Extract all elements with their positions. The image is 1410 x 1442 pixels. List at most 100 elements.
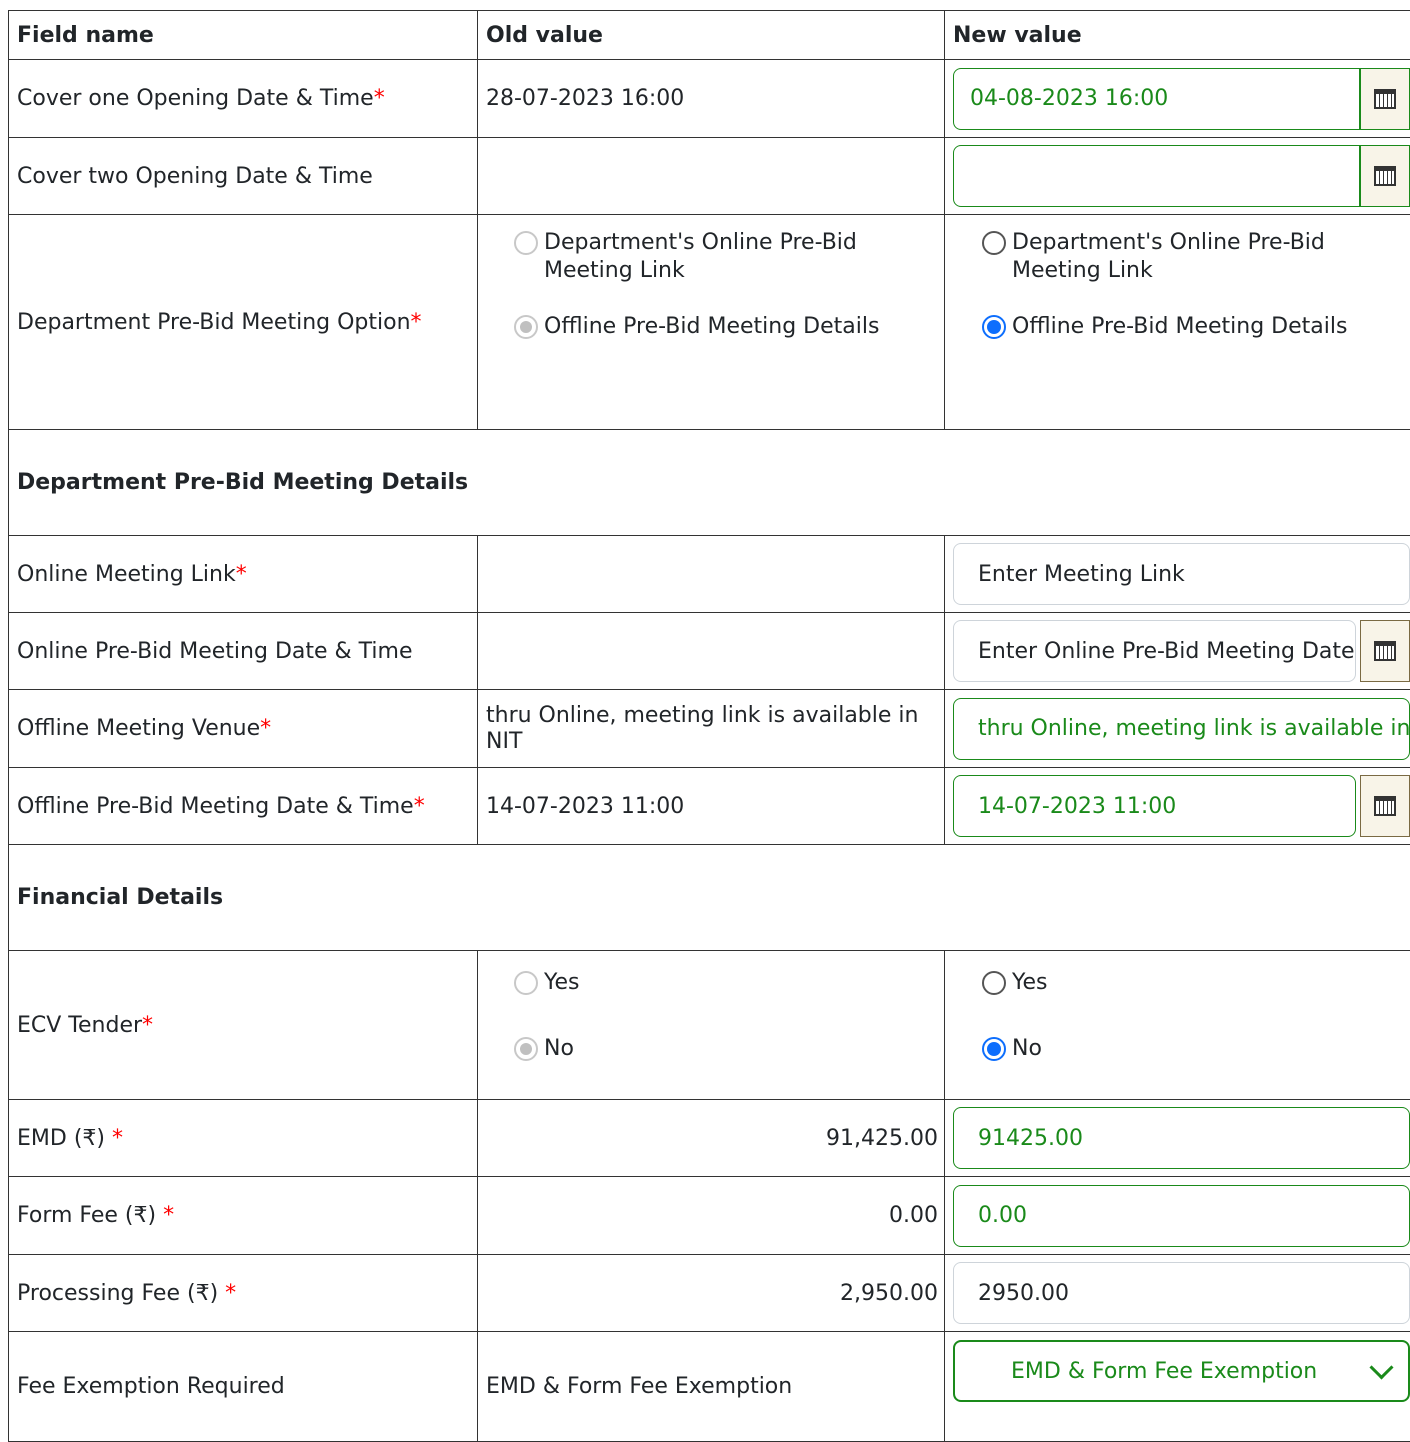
row-ecv-tender: ECV Tender* Yes No Yes No bbox=[9, 951, 1410, 1100]
row-online-link: Online Meeting Link* Enter Meeting Link bbox=[9, 536, 1410, 613]
old-value: EMD & Form Fee Exemption bbox=[478, 1332, 945, 1442]
new-value-cell: 14-07-2023 11:00 bbox=[945, 768, 1410, 845]
radio-checked-icon[interactable] bbox=[982, 315, 1006, 339]
field-label: Form Fee (₹) * bbox=[9, 1177, 478, 1255]
field-label: EMD (₹) * bbox=[9, 1100, 478, 1177]
calendar-icon bbox=[1374, 796, 1396, 816]
new-value-cell: Yes No bbox=[945, 951, 1410, 1100]
old-value: 91,425.00 bbox=[478, 1100, 945, 1177]
online-prebid-calendar-button[interactable] bbox=[1360, 620, 1410, 682]
old-radio-yes: Yes bbox=[514, 969, 936, 997]
old-value-cell: Department's Online Pre-Bid Meeting Link… bbox=[478, 215, 945, 430]
new-radio-online[interactable]: Department's Online Pre-Bid Meeting Link bbox=[982, 229, 1410, 285]
new-value-cell: Department's Online Pre-Bid Meeting Link… bbox=[945, 215, 1410, 430]
field-label: Cover one Opening Date & Time* bbox=[9, 60, 478, 138]
calendar-icon bbox=[1374, 89, 1396, 109]
field-label: Online Pre-Bid Meeting Date & Time bbox=[9, 613, 478, 690]
cover1-calendar-button[interactable] bbox=[1360, 68, 1410, 130]
radio-checked-icon bbox=[514, 315, 538, 339]
required-asterisk: * bbox=[225, 1281, 236, 1306]
online-prebid-date-input[interactable]: Enter Online Pre-Bid Meeting Date bbox=[953, 620, 1356, 682]
section-financial-details: Financial Details bbox=[9, 845, 1410, 951]
radio-unchecked-icon bbox=[514, 971, 538, 995]
field-label: Offline Pre-Bid Meeting Date & Time* bbox=[9, 768, 478, 845]
offline-venue-input[interactable]: thru Online, meeting link is available i… bbox=[953, 698, 1410, 760]
old-value: thru Online, meeting link is available i… bbox=[478, 690, 945, 768]
header-row: Field name Old value New value bbox=[9, 11, 1410, 60]
field-label: Cover two Opening Date & Time bbox=[9, 138, 478, 215]
cover2-calendar-button[interactable] bbox=[1360, 145, 1410, 207]
old-radio-no: No bbox=[514, 1035, 936, 1063]
section-title: Financial Details bbox=[9, 845, 1410, 951]
radio-checked-icon[interactable] bbox=[982, 1037, 1006, 1061]
new-value-cell: thru Online, meeting link is available i… bbox=[945, 690, 1410, 768]
new-radio-no[interactable]: No bbox=[982, 1035, 1410, 1063]
required-asterisk: * bbox=[411, 310, 422, 335]
required-asterisk: * bbox=[142, 1013, 153, 1038]
change-table: Field name Old value New value Cover one… bbox=[8, 10, 1410, 1442]
field-label: Fee Exemption Required bbox=[9, 1332, 478, 1442]
required-asterisk: * bbox=[260, 716, 271, 741]
fee-exemption-select[interactable]: EMD & Form Fee Exemption bbox=[953, 1340, 1410, 1402]
calendar-icon bbox=[1374, 641, 1396, 661]
field-label: ECV Tender* bbox=[9, 951, 478, 1100]
radio-unchecked-icon[interactable] bbox=[982, 231, 1006, 255]
row-prebid-option: Department Pre-Bid Meeting Option* Depar… bbox=[9, 215, 1410, 430]
field-label: Processing Fee (₹) * bbox=[9, 1255, 478, 1332]
row-fee-exemption: Fee Exemption Required EMD & Form Fee Ex… bbox=[9, 1332, 1410, 1442]
old-radio-online: Department's Online Pre-Bid Meeting Link bbox=[514, 229, 936, 285]
old-value: 14-07-2023 11:00 bbox=[478, 768, 945, 845]
emd-input[interactable]: 91425.00 bbox=[953, 1107, 1410, 1169]
required-asterisk: * bbox=[163, 1203, 174, 1228]
chevron-down-icon bbox=[1369, 1355, 1393, 1379]
meeting-link-input[interactable]: Enter Meeting Link bbox=[953, 543, 1410, 605]
new-value-cell: 04-08-2023 16:00 bbox=[945, 60, 1410, 138]
new-value-cell: 0.00 bbox=[945, 1177, 1410, 1255]
row-processing-fee: Processing Fee (₹) * 2,950.00 2950.00 bbox=[9, 1255, 1410, 1332]
old-value-cell: Yes No bbox=[478, 951, 945, 1100]
old-value: 0.00 bbox=[478, 1177, 945, 1255]
offline-prebid-calendar-button[interactable] bbox=[1360, 775, 1410, 837]
row-emd: EMD (₹) * 91,425.00 91425.00 bbox=[9, 1100, 1410, 1177]
new-radio-offline[interactable]: Offline Pre-Bid Meeting Details bbox=[982, 313, 1410, 341]
processing-fee-input[interactable]: 2950.00 bbox=[953, 1262, 1410, 1324]
field-label: Offline Meeting Venue* bbox=[9, 690, 478, 768]
header-old-value: Old value bbox=[478, 11, 945, 60]
new-value-cell: 2950.00 bbox=[945, 1255, 1410, 1332]
offline-prebid-date-input[interactable]: 14-07-2023 11:00 bbox=[953, 775, 1356, 837]
required-asterisk: * bbox=[236, 562, 247, 587]
new-radio-yes[interactable]: Yes bbox=[982, 969, 1410, 997]
new-value-cell: EMD & Form Fee Exemption bbox=[945, 1332, 1410, 1442]
section-title: Department Pre-Bid Meeting Details bbox=[9, 430, 1410, 536]
old-value bbox=[478, 613, 945, 690]
form-fee-input[interactable]: 0.00 bbox=[953, 1185, 1410, 1247]
row-offline-venue: Offline Meeting Venue* thru Online, meet… bbox=[9, 690, 1410, 768]
old-radio-offline: Offline Pre-Bid Meeting Details bbox=[514, 313, 936, 341]
header-new-value: New value bbox=[945, 11, 1410, 60]
cover2-date-input[interactable] bbox=[953, 145, 1360, 207]
calendar-icon bbox=[1374, 166, 1396, 186]
new-value-cell: Enter Meeting Link bbox=[945, 536, 1410, 613]
required-asterisk: * bbox=[374, 86, 385, 111]
required-asterisk: * bbox=[112, 1126, 123, 1151]
header-field-name: Field name bbox=[9, 11, 478, 60]
old-value: 2,950.00 bbox=[478, 1255, 945, 1332]
required-asterisk: * bbox=[414, 794, 425, 819]
radio-unchecked-icon bbox=[514, 231, 538, 255]
field-label: Department Pre-Bid Meeting Option* bbox=[9, 215, 478, 430]
field-label: Online Meeting Link* bbox=[9, 536, 478, 613]
row-offline-datetime: Offline Pre-Bid Meeting Date & Time* 14-… bbox=[9, 768, 1410, 845]
new-value-cell: 91425.00 bbox=[945, 1100, 1410, 1177]
cover1-date-input[interactable]: 04-08-2023 16:00 bbox=[953, 68, 1360, 130]
old-value bbox=[478, 138, 945, 215]
section-prebid-details: Department Pre-Bid Meeting Details bbox=[9, 430, 1410, 536]
radio-checked-icon bbox=[514, 1037, 538, 1061]
new-value-cell bbox=[945, 138, 1410, 215]
radio-unchecked-icon[interactable] bbox=[982, 971, 1006, 995]
row-cover1: Cover one Opening Date & Time* 28-07-202… bbox=[9, 60, 1410, 138]
row-online-datetime: Online Pre-Bid Meeting Date & Time Enter… bbox=[9, 613, 1410, 690]
new-value-cell: Enter Online Pre-Bid Meeting Date bbox=[945, 613, 1410, 690]
row-form-fee: Form Fee (₹) * 0.00 0.00 bbox=[9, 1177, 1410, 1255]
old-value bbox=[478, 536, 945, 613]
row-cover2: Cover two Opening Date & Time bbox=[9, 138, 1410, 215]
